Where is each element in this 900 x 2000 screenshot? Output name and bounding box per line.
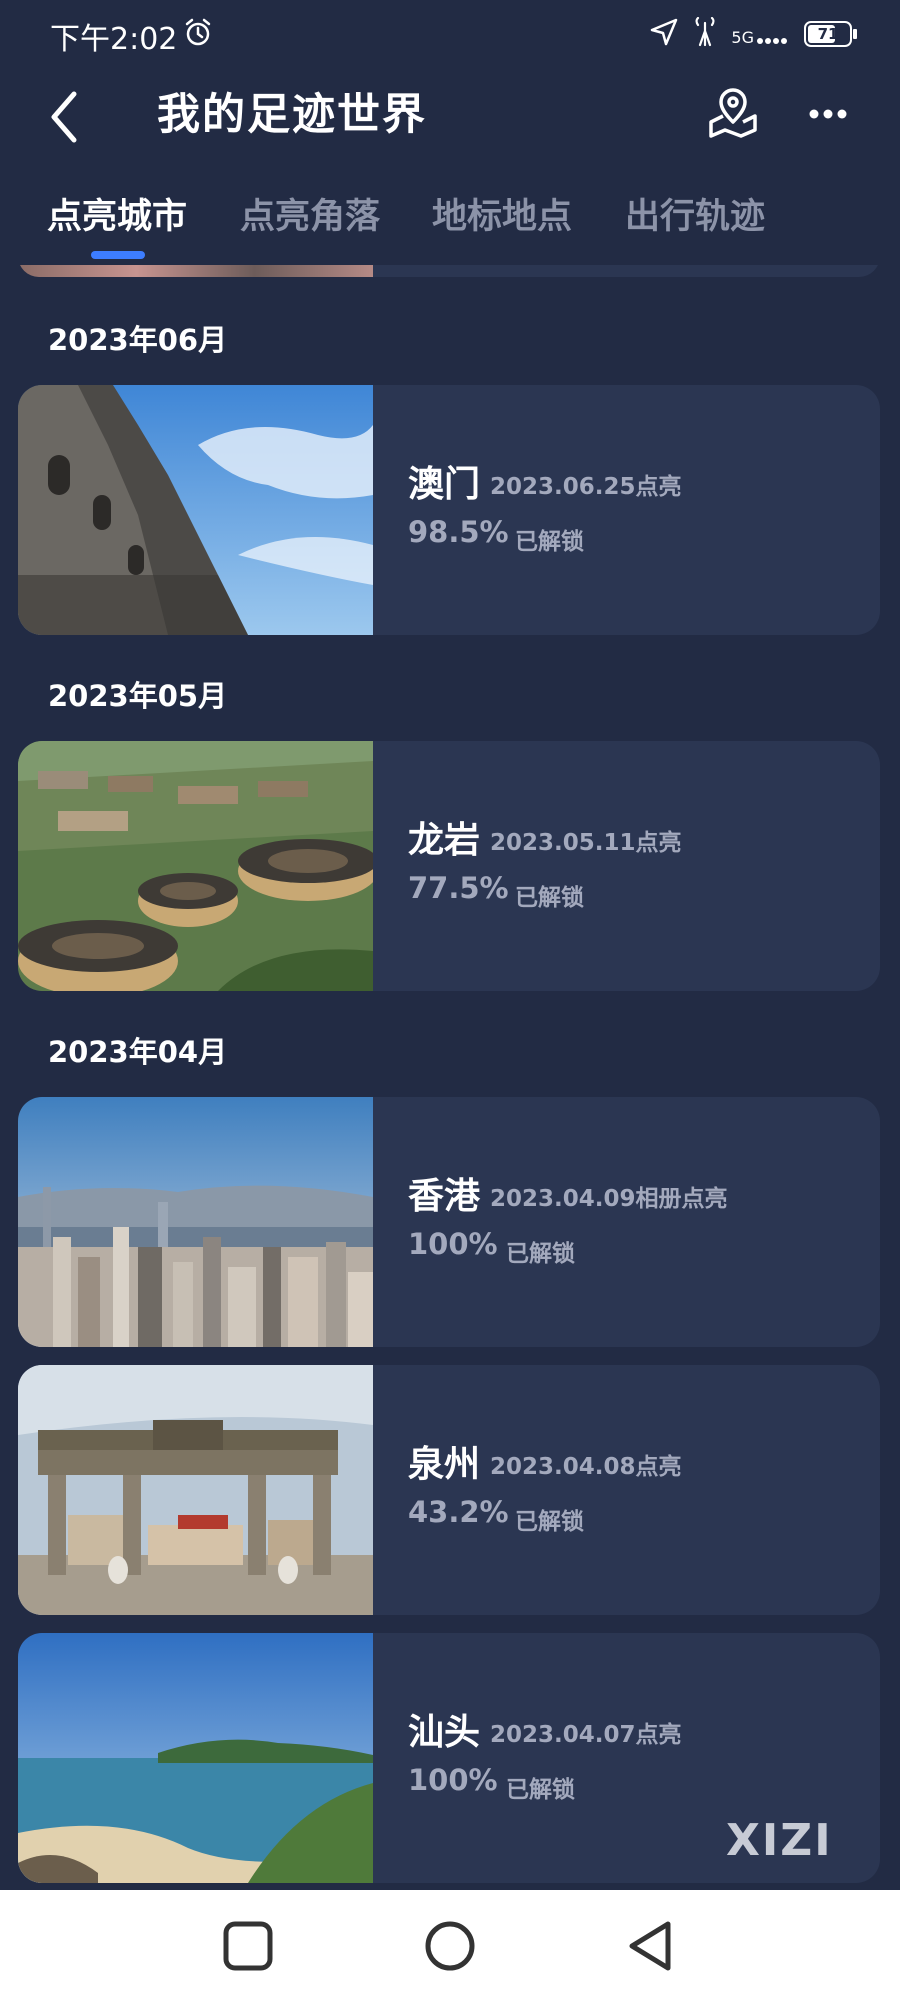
recent-apps-button[interactable]	[220, 1918, 276, 1974]
month-header: 2023年05月	[48, 679, 228, 713]
city-name: 泉州	[408, 1444, 481, 1485]
macau-ruins-photo	[18, 385, 373, 635]
unlock-label: 已解锁	[515, 529, 584, 555]
status-time: 下午2:02	[50, 22, 178, 57]
status-icons: 5G 71	[649, 14, 857, 54]
tab-travel-tracks[interactable]: 出行轨迹	[625, 185, 765, 249]
unlock-label: 已解锁	[515, 1509, 584, 1535]
location-arrow-icon	[649, 17, 679, 51]
watermark-logo: XIZI	[726, 1815, 833, 1866]
unlock-percent: 100%	[408, 1763, 498, 1797]
city-name: 香港	[408, 1176, 481, 1217]
status-bar: 下午2:02 5G 71	[0, 0, 900, 70]
lit-date: 2023.06.25点亮	[490, 474, 682, 500]
city-card-macau[interactable]: 澳门 2023.06.25点亮 98.5% 已解锁	[18, 385, 880, 635]
tulou-village-photo	[18, 741, 373, 991]
month-header: 2023年04月	[48, 1035, 228, 1069]
city-card-quanzhou[interactable]: 泉州 2023.04.08点亮 43.2% 已解锁	[18, 1365, 880, 1615]
active-tab-indicator	[91, 251, 145, 259]
city-name: 汕头	[408, 1712, 481, 1753]
back-button[interactable]	[40, 80, 90, 150]
unlock-percent: 98.5%	[408, 515, 509, 549]
lit-date: 2023.04.07点亮	[490, 1722, 682, 1748]
home-button[interactable]	[422, 1918, 478, 1974]
network-type: 5G	[731, 28, 754, 47]
signal-tower-icon	[693, 16, 717, 51]
app-header: 我的足迹世界	[0, 70, 900, 180]
alarm-icon	[183, 18, 213, 48]
unlock-label: 已解锁	[506, 1241, 575, 1267]
system-back-button[interactable]	[624, 1918, 680, 1974]
back-icon	[629, 1921, 671, 1971]
lit-date: 2023.05.11点亮	[490, 830, 682, 856]
hongkong-skyline-photo	[18, 1097, 373, 1347]
recent-apps-icon	[223, 1921, 273, 1971]
cellular-signal-icon: 5G	[731, 23, 790, 47]
city-list[interactable]: 2023年06月 澳门 2023.06.25点亮 98.5% 已解锁 2023年…	[0, 265, 900, 1890]
shantou-coast-photo	[18, 1633, 373, 1883]
partial-city-photo	[18, 265, 373, 277]
tab-bar: 点亮城市 点亮角落 地标地点 出行轨迹	[0, 185, 900, 265]
battery-level: 71	[817, 25, 839, 43]
lit-date: 2023.04.09相册点亮	[490, 1186, 728, 1212]
battery-icon: 71	[804, 21, 857, 47]
home-icon	[425, 1921, 475, 1971]
map-pin-button[interactable]	[705, 84, 761, 144]
quanzhou-archway-photo	[18, 1365, 373, 1615]
city-name: 澳门	[408, 464, 481, 505]
lit-date: 2023.04.08点亮	[490, 1454, 682, 1480]
unlock-percent: 77.5%	[408, 871, 509, 905]
more-button[interactable]	[800, 84, 856, 144]
page-title: 我的足迹世界	[157, 90, 427, 140]
unlock-label: 已解锁	[506, 1777, 575, 1803]
tab-lit-cities[interactable]: 点亮城市	[47, 185, 187, 249]
list-item-partial[interactable]	[18, 265, 880, 277]
tab-lit-corners[interactable]: 点亮角落	[240, 185, 380, 249]
tab-landmarks[interactable]: 地标地点	[432, 185, 572, 249]
back-arrow-icon	[51, 91, 77, 143]
map-pin-icon	[709, 88, 757, 138]
unlock-label: 已解锁	[515, 885, 584, 911]
unlock-percent: 43.2%	[408, 1495, 509, 1529]
system-nav-bar	[0, 1890, 900, 2000]
city-card-hongkong[interactable]: 香港 2023.04.09相册点亮 100% 已解锁	[18, 1097, 880, 1347]
city-card-longyan[interactable]: 龙岩 2023.05.11点亮 77.5% 已解锁	[18, 741, 880, 991]
city-name: 龙岩	[408, 820, 481, 861]
more-icon	[809, 109, 847, 119]
unlock-percent: 100%	[408, 1227, 498, 1261]
month-header: 2023年06月	[48, 323, 228, 357]
